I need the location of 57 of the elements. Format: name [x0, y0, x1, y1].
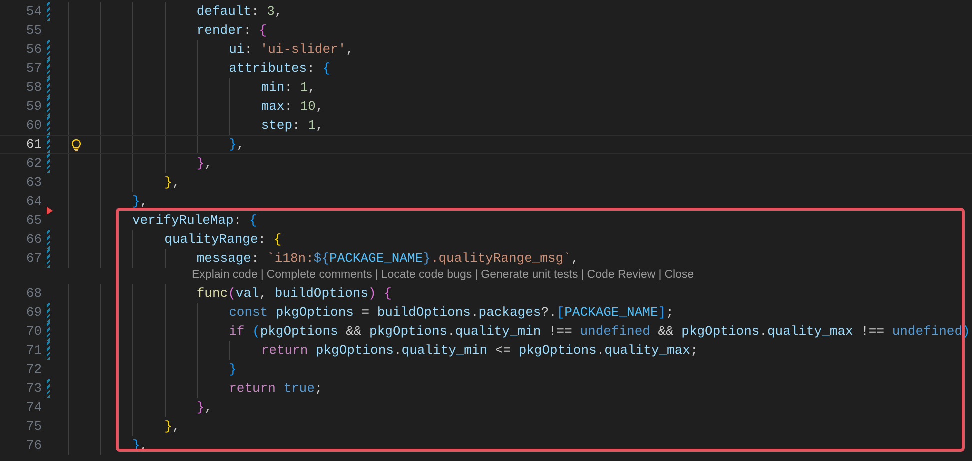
codelens-link[interactable]: Complete comments — [266, 267, 372, 285]
line-number: 71 — [25, 342, 42, 360]
line-number: 66 — [25, 230, 42, 249]
line-number: 55 — [25, 22, 42, 40]
code-line: default: 3, — [196, 2, 283, 21]
separator-text: | — [474, 268, 480, 284]
line-number: 67 — [25, 250, 42, 268]
code-line: verifyRuleMap: { — [132, 212, 258, 230]
separator-text: | — [260, 268, 265, 284]
line-number: 59 — [25, 98, 42, 116]
separator-text: | — [580, 268, 586, 284]
code-line: max: 10, — [261, 98, 324, 116]
code-line: }, — [229, 136, 245, 154]
line-number: 57 — [25, 60, 42, 78]
code-line: step: 1, — [261, 116, 324, 135]
code-line: message: `i18n:${PACKAGE_NAME}.qualityRange_msg`, — [196, 250, 580, 268]
code-line: return true; — [229, 380, 323, 398]
lightbulb-icon[interactable] — [71, 139, 82, 152]
line-number: 72 — [25, 360, 42, 379]
line-number: 54 — [25, 2, 42, 21]
code-line: }, — [132, 192, 148, 211]
code-line: min: 1, — [261, 78, 316, 97]
code-line: if (pkgOptions && pkgOptions.quality_min !== undefined && pkgOptions.quality_max !== undefined) — [229, 322, 970, 341]
code-line: attributes: { — [229, 60, 331, 78]
line-number: 62 — [25, 154, 42, 173]
line-number: 76 — [25, 436, 42, 455]
code-line: }, — [196, 398, 212, 417]
line-number: 56 — [25, 40, 42, 59]
code-line: func(val, buildOptions) { — [196, 284, 392, 303]
separator-text: | — [374, 268, 380, 284]
codelens-link[interactable]: Locate code bugs — [381, 267, 472, 285]
codelens-link[interactable]: Close — [664, 267, 694, 285]
code-line: } — [229, 360, 237, 379]
codelens-link[interactable]: Explain code — [192, 267, 258, 285]
code-line: render: { — [196, 22, 268, 40]
code-line: const pkgOptions = buildOptions.packages?.[PACKAGE_NAME]; — [229, 304, 674, 322]
line-number: 75 — [25, 418, 42, 436]
line-number: 61 — [25, 136, 42, 154]
code-line: }, — [164, 418, 180, 436]
line-number: 60 — [25, 116, 42, 135]
code-line: ui: 'ui-slider', — [229, 40, 354, 59]
line-number: 63 — [25, 174, 42, 192]
line-number: 65 — [25, 212, 42, 230]
codelens-link[interactable]: Generate unit tests — [481, 267, 578, 285]
line-number: 70 — [25, 322, 42, 341]
line-number: 58 — [25, 78, 42, 97]
code-line: }, — [164, 174, 180, 192]
code-line: qualityRange: { — [164, 230, 282, 249]
line-number: 73 — [25, 380, 42, 398]
codelens-link[interactable]: Code Review — [587, 267, 656, 285]
line-number: 69 — [25, 304, 42, 322]
code-line: }, — [196, 154, 212, 173]
code-line: return pkgOptions.quality_min <= pkgOptions.quality_max; — [261, 342, 698, 360]
line-number: 74 — [25, 398, 42, 417]
line-number: 68 — [25, 284, 42, 303]
line-number: 64 — [25, 192, 42, 211]
separator-text: | — [658, 268, 663, 284]
